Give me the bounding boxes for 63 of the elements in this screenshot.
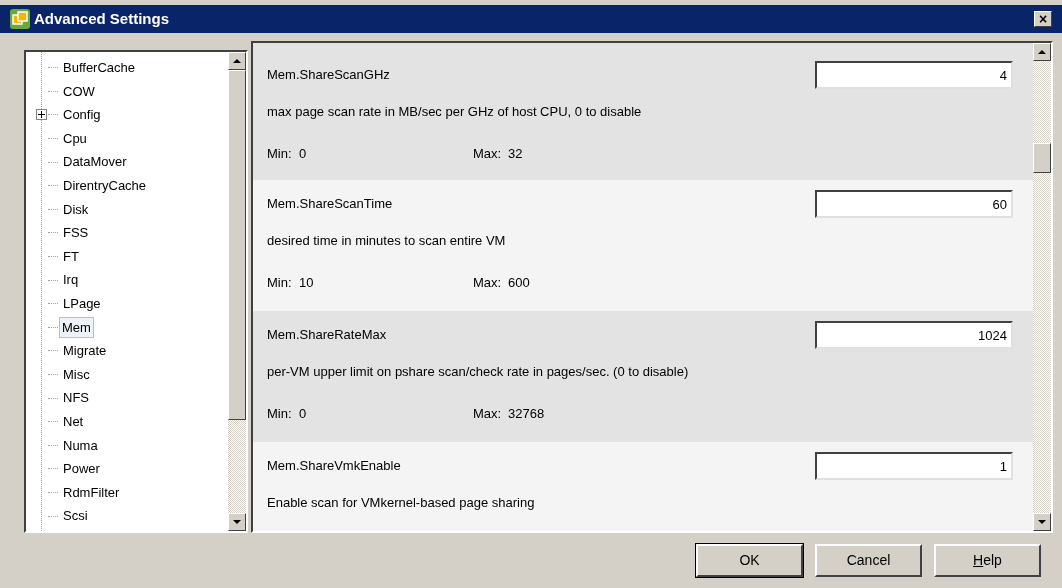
tree-item[interactable]: Net xyxy=(59,410,88,433)
tree-item[interactable]: Cpu xyxy=(59,127,91,150)
min-value: 10 xyxy=(299,273,315,292)
max-label: Max: xyxy=(473,144,503,163)
max-value: 32768 xyxy=(508,404,545,423)
min-label: Min: xyxy=(267,273,293,292)
tree-item[interactable]: COW xyxy=(59,80,99,103)
down-arrow-icon xyxy=(1038,520,1046,524)
up-arrow-icon xyxy=(1038,50,1046,54)
scroll-down-button[interactable] xyxy=(228,513,246,531)
min-value: 0 xyxy=(299,144,308,163)
tree-item[interactable]: RdmFilter xyxy=(59,481,124,504)
scrollbar[interactable] xyxy=(1033,43,1051,531)
min-label: Min: xyxy=(267,144,293,163)
tree-item[interactable]: Migrate xyxy=(59,340,111,362)
tree-item[interactable]: NFS xyxy=(59,387,93,409)
value-field[interactable]: 1024 xyxy=(815,321,1013,349)
window-title: Advanced Settings xyxy=(34,8,171,29)
tree-item[interactable]: FSS xyxy=(59,222,93,244)
value-field[interactable]: 1 xyxy=(815,452,1013,480)
setting-name: Mem.ShareVmkEnable xyxy=(267,457,401,476)
tree-item[interactable]: Misc xyxy=(59,363,94,386)
dialog-button[interactable]: Help xyxy=(934,544,1041,577)
tree-item[interactable]: Scsi xyxy=(59,505,92,527)
tree-item[interactable]: DirentryCache xyxy=(59,175,151,197)
tree-item[interactable]: Numa xyxy=(59,434,102,457)
max-value: 32 xyxy=(508,144,523,163)
scroll-up-button[interactable] xyxy=(1033,43,1051,61)
tree-item[interactable]: BufferCache xyxy=(59,57,140,79)
min-label: Min: xyxy=(267,404,293,423)
setting-description: per-VM upper limit on pshare scan/check rate in pages/sec. (0 to disable) xyxy=(267,364,689,379)
max-label: Max: xyxy=(473,273,503,292)
tree-item[interactable]: LPage xyxy=(59,293,105,315)
tree-item[interactable]: Power xyxy=(59,458,104,480)
down-arrow-icon xyxy=(233,520,241,524)
scroll-thumb[interactable] xyxy=(228,70,246,420)
scroll-down-button[interactable] xyxy=(1033,513,1051,531)
up-arrow-icon xyxy=(233,59,241,63)
scroll-up-button[interactable] xyxy=(228,52,246,70)
dialog-button[interactable]: OK xyxy=(696,544,803,577)
app-logo-icon xyxy=(10,9,30,29)
tree-item[interactable]: DataMover xyxy=(59,151,131,173)
tree-item[interactable]: FT xyxy=(59,245,83,268)
scroll-thumb[interactable] xyxy=(1033,143,1051,173)
setting-name: Mem.ShareScanGHz xyxy=(267,66,390,85)
close-button[interactable]: × xyxy=(1034,11,1052,27)
dialog-button[interactable]: Cancel xyxy=(815,544,922,577)
max-label: Max: xyxy=(473,404,503,423)
tree-item[interactable]: Irq xyxy=(59,269,83,291)
max-value: 600 xyxy=(508,273,530,292)
setting-description: Enable scan for VMkernel-based page sharing xyxy=(267,495,535,510)
tree-item[interactable]: Mem xyxy=(59,316,94,339)
tree-item[interactable]: Config xyxy=(59,104,105,126)
value-field[interactable]: 60 xyxy=(815,190,1013,218)
setting-name: Mem.ShareScanTime xyxy=(267,195,393,214)
setting-name: Mem.ShareRateMax xyxy=(267,326,387,345)
min-value: 0 xyxy=(299,404,308,423)
setting-description: desired time in minutes to scan entire VM xyxy=(267,233,506,248)
expand-icon[interactable] xyxy=(36,109,47,121)
value-field[interactable]: 4 xyxy=(815,61,1013,89)
setting-description: max page scan rate in MB/sec per GHz of host CPU, 0 to disable xyxy=(267,104,642,119)
scrollbar[interactable] xyxy=(228,52,246,531)
tree-item[interactable]: Disk xyxy=(59,198,93,221)
